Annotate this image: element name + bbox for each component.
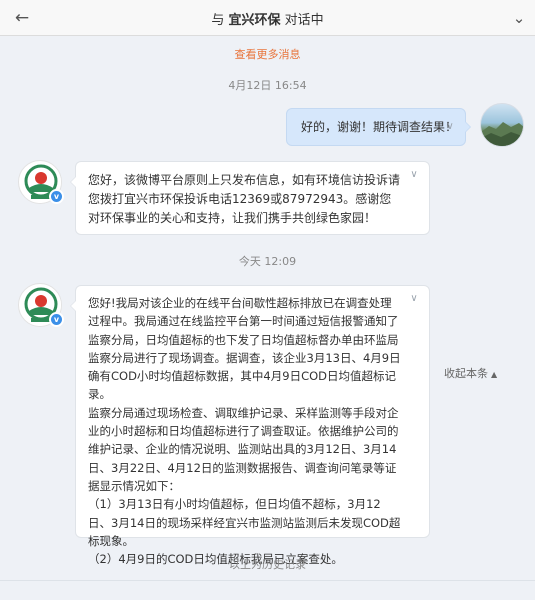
load-more-link[interactable]: 查看更多消息 (0, 46, 535, 62)
timestamp: 4月12日 16:54 (228, 79, 307, 92)
landscape-photo (481, 122, 523, 146)
outgoing-message-bubble[interactable]: 好的，谢谢！期待调查结果！ ∨ (286, 108, 471, 146)
chevron-down-icon[interactable]: ∨ (407, 292, 421, 306)
page-title: 与 宜兴环保 对话中 (0, 9, 535, 28)
title-status: 对话中 (284, 13, 324, 28)
incoming-message-bubble[interactable]: 您好!我局对该企业的在线平台间歇性超标排放已在调查处理过程中。我局通过在线监控平… (70, 285, 430, 566)
bubble-pointer (70, 300, 76, 312)
history-divider: 以上为历史记录 (229, 558, 306, 571)
verified-badge-icon: v (49, 189, 64, 204)
divider (0, 580, 535, 581)
triangle-up-icon: ▲ (491, 370, 498, 379)
chevron-down-icon[interactable]: ⌄ (509, 6, 529, 30)
collapse-label: 收起本条 (444, 367, 488, 380)
message-paragraph: （1）3月13日有小时均值超标，但日均值不超标，3月12日、3月14日的现场采样… (88, 497, 401, 548)
message-text: 您好，该微博平台原则上只发布信息，如有环境信访投诉请您拨打宜兴市环保投诉电话12… (88, 173, 401, 225)
conversation-header: ← 与 宜兴环保 对话中 ⌄ (0, 0, 535, 36)
message-paragraph: 您好!我局对该企业的在线平台间歇性超标排放已在调查处理过程中。我局通过在线监控平… (88, 296, 401, 402)
chevron-down-icon[interactable]: ∨ (407, 168, 421, 182)
bubble-pointer (465, 121, 471, 133)
verified-badge-icon: v (49, 312, 64, 327)
message-paragraph: 监察分局通过现场检查、调取维护记录、采样监测等手段对企业的小时超标和日均值超标进… (88, 405, 399, 493)
user-avatar[interactable] (480, 103, 524, 147)
bubble-pointer (70, 176, 76, 188)
incoming-message-bubble[interactable]: 您好，该微博平台原则上只发布信息，如有环境信访投诉请您拨打宜兴市环保投诉电话12… (70, 161, 430, 235)
chevron-down-icon[interactable]: ∨ (443, 120, 457, 134)
message-text: 好的，谢谢！期待调查结果！ (301, 120, 458, 134)
collapse-message-button[interactable]: 收起本条 ▲ (444, 365, 497, 381)
contact-name[interactable]: 宜兴环保 (228, 13, 280, 28)
title-prefix: 与 (211, 13, 225, 28)
timestamp: 今天 12:09 (238, 255, 297, 268)
